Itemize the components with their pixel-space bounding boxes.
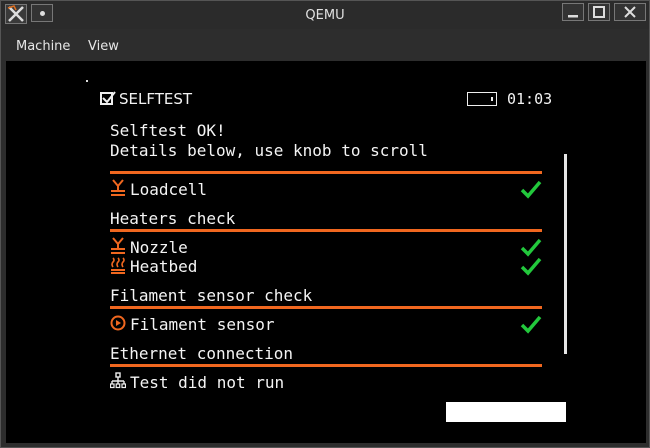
section-separator bbox=[110, 364, 542, 367]
filament-sensor-icon bbox=[110, 314, 126, 332]
maximize-button[interactable] bbox=[588, 3, 610, 21]
list-item-label: Nozzle bbox=[130, 238, 188, 257]
ok-check-icon bbox=[520, 238, 542, 257]
close-button[interactable] bbox=[614, 3, 646, 21]
ok-check-icon bbox=[520, 257, 542, 276]
heatbed-icon bbox=[110, 257, 126, 275]
menu-bar: Machine View bbox=[1, 29, 649, 61]
footer-button-area[interactable] bbox=[446, 402, 566, 422]
section-separator bbox=[110, 306, 542, 309]
menu-machine[interactable]: Machine bbox=[16, 39, 70, 54]
ok-check-icon bbox=[520, 315, 542, 334]
close-icon bbox=[624, 6, 636, 18]
nozzle-icon bbox=[110, 237, 126, 255]
section-title: Heaters check bbox=[110, 209, 236, 228]
section-title: Filament sensor check bbox=[110, 286, 313, 305]
clock: 01:03 bbox=[507, 90, 553, 108]
list-item-label: Filament sensor bbox=[130, 315, 275, 334]
section-separator bbox=[110, 171, 542, 174]
screen-title: SELFTEST bbox=[119, 90, 193, 108]
qemu-window: QEMU Machine View SELFTEST 01:03 Selftes… bbox=[0, 0, 650, 448]
selftest-hint: Details below, use knob to scroll bbox=[110, 141, 428, 160]
loadcell-icon bbox=[110, 179, 126, 197]
checkbox-checked-icon bbox=[100, 91, 116, 105]
section-separator bbox=[110, 229, 542, 232]
list-item-label: Test did not run bbox=[130, 373, 285, 392]
battery-icon bbox=[467, 92, 497, 106]
list-item-label: Loadcell bbox=[130, 180, 208, 199]
network-icon bbox=[109, 372, 127, 390]
emulator-screen[interactable]: SELFTEST 01:03 Selftest OK! Details belo… bbox=[6, 61, 646, 443]
title-bar: QEMU bbox=[1, 1, 649, 29]
minimize-icon bbox=[568, 15, 578, 18]
selftest-status: Selftest OK! bbox=[110, 121, 226, 140]
stray-pixel bbox=[86, 80, 88, 82]
window-title: QEMU bbox=[305, 8, 345, 23]
list-item-label: Heatbed bbox=[130, 257, 198, 276]
ok-check-icon bbox=[520, 180, 542, 199]
section-title: Ethernet connection bbox=[110, 344, 294, 363]
scrollbar[interactable] bbox=[564, 154, 567, 354]
menu-view[interactable]: View bbox=[88, 39, 119, 54]
maximize-icon bbox=[593, 6, 605, 18]
minimize-button[interactable] bbox=[562, 3, 584, 21]
